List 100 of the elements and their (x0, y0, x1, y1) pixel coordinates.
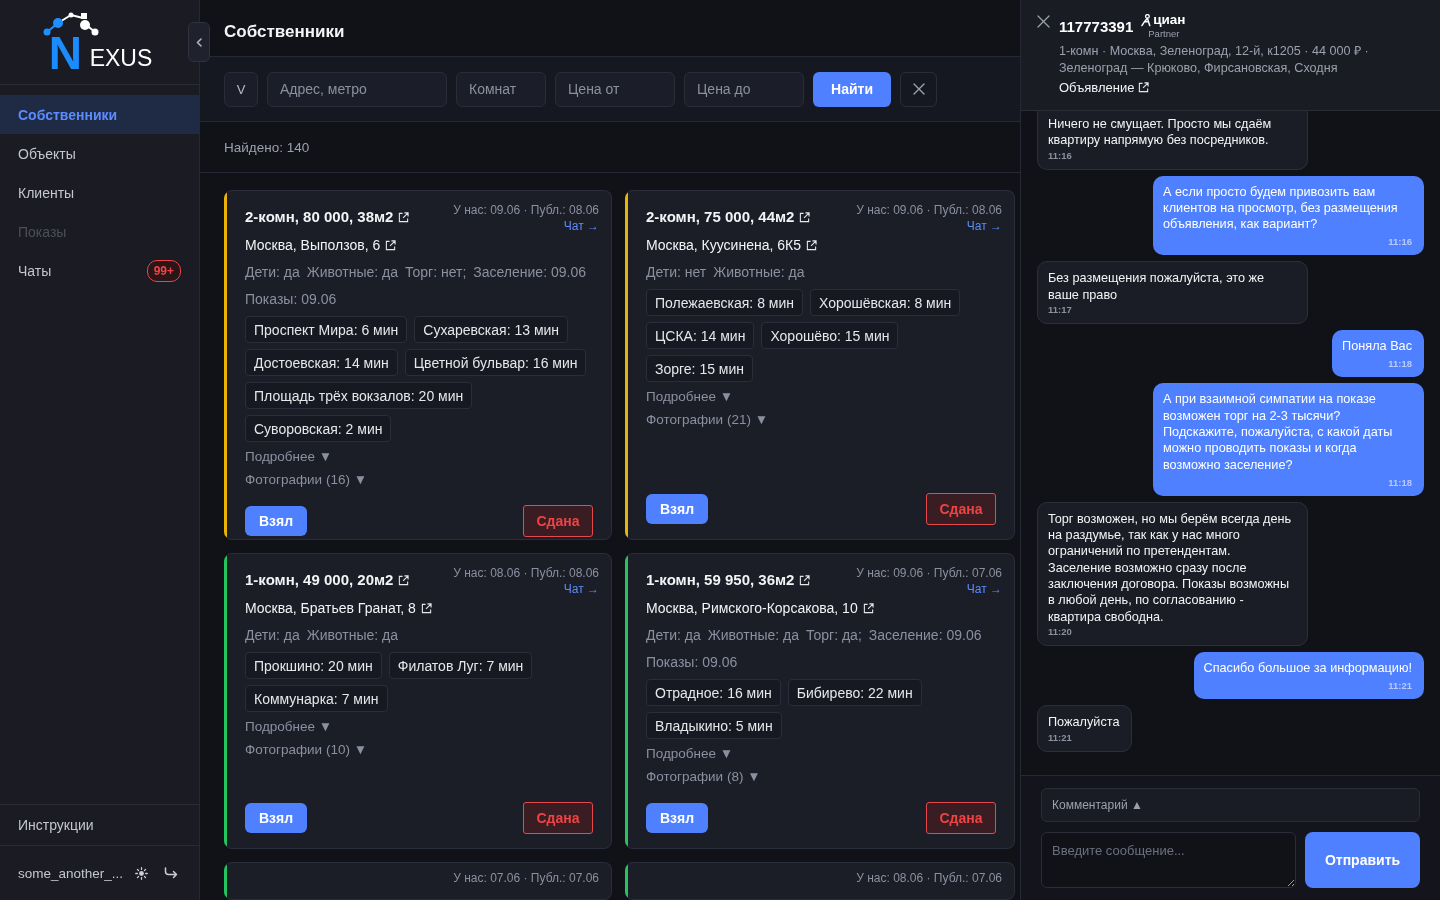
collapse-button[interactable] (188, 22, 210, 62)
page-title: Собственники (224, 22, 345, 42)
chat-link[interactable]: Чат → (966, 218, 1002, 234)
external-link-icon[interactable] (398, 211, 410, 223)
chat-title: 117773391 (1059, 18, 1134, 35)
metro-tag: Площадь трёх вокзалов: 20 мин (245, 382, 473, 409)
metro-tag: Коммунарка: 7 мин (245, 685, 388, 712)
filter-field[interactable]: Цена от (555, 71, 675, 107)
listing-dates: У нас: 08.06 · Публ.: 08.06 (453, 565, 599, 581)
message-text: А если просто будем привозить вам клиентов на просмотр, без размещения объявления, как вариант? (1163, 183, 1399, 233)
take-button[interactable]: Взял (646, 803, 708, 833)
nav-item[interactable]: Клиенты (0, 173, 199, 212)
listing-summary: 1-комн · Москва, Зеленоград, 12-й, к1205 · 44 000 ₽ · Зеленоград — Крюково, Фирсановская, Сходня (1059, 43, 1370, 77)
metro-tag: Цветной бульвар: 16 мин (404, 349, 587, 376)
metro-tag: Проспект Мира: 6 мин (245, 316, 408, 343)
message-field[interactable]: Введите сообщение... (1041, 832, 1296, 888)
detail-text: Заселение: 09.06 (868, 626, 982, 644)
chat-link[interactable]: Чат → (966, 581, 1002, 597)
listing-address: Москва, Выползов, 6 (245, 236, 381, 254)
message-time: 11:21 (1048, 731, 1073, 744)
rented-button[interactable]: Сдана (523, 802, 593, 834)
listing-title: 2-комн, 80 000, 38м2 (245, 207, 394, 227)
chat-link[interactable]: Чат → (563, 581, 599, 597)
metro-tag: Хорошёвская: 8 мин (810, 289, 961, 316)
detail-text: Животные: да (707, 626, 799, 644)
logout-icon[interactable] (164, 867, 179, 879)
filter-field[interactable]: Адрес, метро (267, 71, 447, 107)
message-text: Поняла Вас (1342, 338, 1412, 355)
user-name: some_another_... (18, 865, 124, 881)
filter-field[interactable]: Комнат (456, 71, 546, 107)
metro-tag: Суворовская: 2 мин (245, 415, 392, 442)
metro-tag: Прокшино: 20 мин (245, 652, 382, 679)
metro-tag: Зорге: 15 мин (646, 355, 754, 382)
external-link-icon[interactable] (805, 239, 817, 251)
message-time: 11:18 (1388, 358, 1412, 371)
chevron-left-icon (196, 37, 202, 47)
photos-toggle[interactable]: Фотографии (8) ▼ (646, 768, 761, 786)
detail-text: Дети: да (245, 263, 300, 281)
detail-text: Дети: да (646, 626, 701, 644)
person-pin-icon (1141, 13, 1153, 27)
details-toggle[interactable]: Подробнее ▼ (245, 448, 333, 466)
metro-tag: ЦСКА: 14 мин (646, 322, 755, 349)
message-time: 11:18 (1388, 476, 1412, 489)
message-time: 11:17 (1048, 304, 1073, 317)
comment-toggle[interactable]: Комментарий ▲ (1041, 788, 1420, 822)
nav-item[interactable]: Чаты 99+ (0, 251, 199, 290)
metro-tag: Достоевская: 14 мин (245, 349, 398, 376)
detail-text: Животные: да (713, 263, 805, 281)
external-link-icon[interactable] (799, 211, 811, 223)
message-time: 11:20 (1048, 625, 1073, 638)
photos-toggle[interactable]: Фотографии (16) ▼ (245, 471, 367, 489)
external-link-icon[interactable] (385, 239, 397, 251)
listing-title: 1-комн, 49 000, 20м2 (245, 570, 394, 590)
listing-title: 2-комн, 75 000, 44м2 (646, 207, 795, 227)
detail-text: Торг: да; (806, 626, 862, 644)
message-text: Спасибо большое за информацию! (1203, 659, 1412, 677)
rented-button[interactable]: Сдана (926, 802, 996, 834)
listing-link[interactable]: Объявление (1059, 80, 1150, 95)
photos-toggle[interactable]: Фотографии (10) ▼ (245, 741, 367, 759)
details-toggle[interactable]: Подробнее ▼ (646, 388, 734, 406)
showings-text: Показы: 09.06 (245, 290, 338, 308)
message-text: Без размещения пожалуйста, это же ваше право (1048, 270, 1266, 304)
metro-tag: Полежаевская: 8 мин (646, 289, 803, 316)
source-tag: Partner (1148, 28, 1180, 39)
detail-text: Дети: да (245, 626, 300, 644)
chat-link[interactable]: Чат → (563, 218, 599, 234)
take-button[interactable]: Взял (646, 494, 708, 524)
external-link-icon[interactable] (862, 602, 874, 614)
details-toggle[interactable]: Подробнее ▼ (245, 718, 333, 736)
external-link-icon[interactable] (799, 574, 811, 586)
detail-text: Животные: да (306, 263, 398, 281)
metro-tag: Владыкино: 5 мин (646, 712, 782, 739)
search-button[interactable]: Найти (813, 71, 891, 107)
showings-text: Показы: 09.06 (646, 653, 739, 671)
metro-tag: Бибирево: 22 мин (787, 679, 922, 706)
detail-text: Торг: нет; (405, 263, 467, 281)
close-icon[interactable] (1037, 15, 1050, 28)
filter-field[interactable]: Цена до (684, 71, 804, 107)
message-text: Торг возможен, но мы берём всегда день на раздумье, так как у нас много ограничений по претендентам. Заселение возможно сразу после заключения договора. Показы возможны в любой день, по согласованию - квартира свободна. (1048, 510, 1293, 625)
rented-button[interactable]: Сдана (523, 505, 593, 537)
toggle-button[interactable]: V (224, 71, 258, 107)
details-toggle[interactable]: Подробнее ▼ (646, 745, 734, 763)
photos-toggle[interactable]: Фотографии (21) ▼ (646, 411, 768, 429)
sun-icon[interactable] (135, 866, 149, 880)
external-link-icon[interactable] (420, 602, 432, 614)
close-icon (912, 83, 925, 95)
rented-button[interactable]: Сдана (926, 493, 996, 525)
listing-dates: У нас: 09.06 · Публ.: 08.06 (453, 202, 599, 218)
send-button[interactable]: Отправить (1305, 832, 1420, 888)
external-link-icon[interactable] (398, 574, 410, 586)
message-text: А при взаимной симпатии на показе возможен торг на 2-3 тысячи? Подскажите, пожалуйста, с какой даты можно проводить показы и когда возможно заселение? (1163, 391, 1394, 473)
take-button[interactable]: Взял (245, 803, 307, 833)
take-button[interactable]: Взял (245, 506, 307, 536)
metro-tag: Филатов Луг: 7 мин (388, 652, 533, 679)
clear-button[interactable] (900, 71, 937, 107)
nav-item[interactable]: Объекты (0, 134, 199, 173)
instructions-link[interactable]: Инструкции (0, 804, 199, 846)
nav-item[interactable]: Собственники (0, 95, 199, 134)
detail-text: Заселение: 09.06 (473, 263, 586, 281)
external-link-icon (1138, 82, 1150, 93)
